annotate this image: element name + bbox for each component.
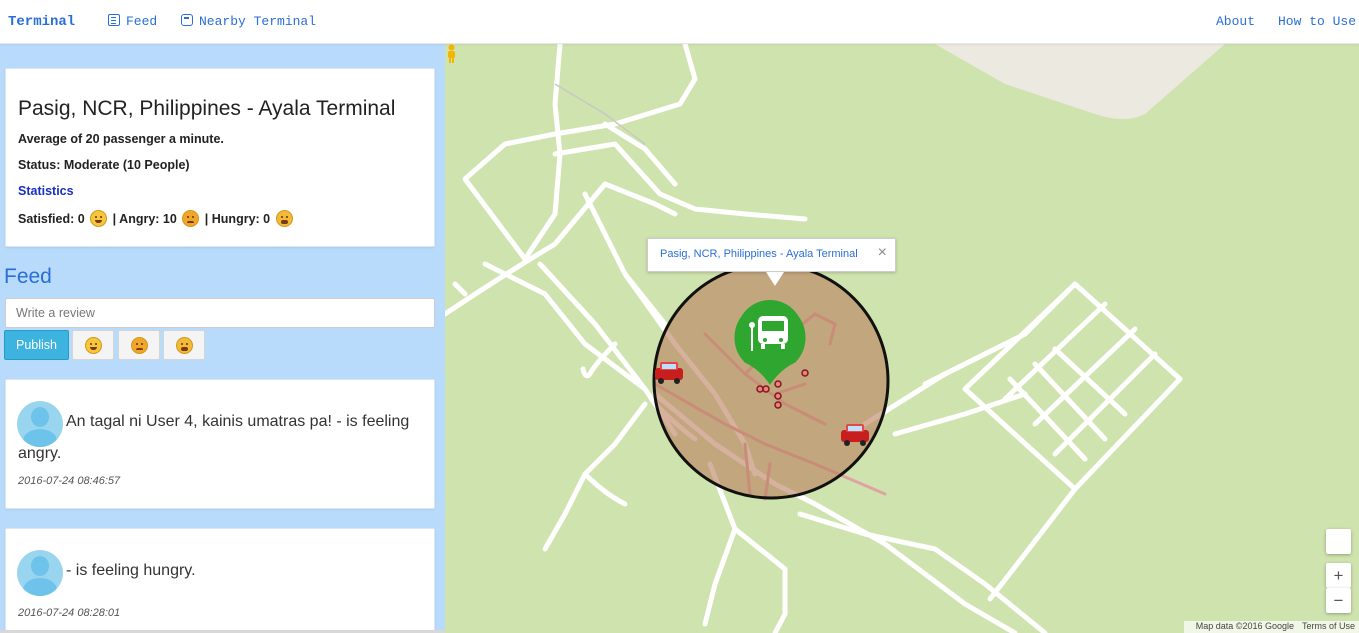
info-window-tail — [766, 272, 784, 286]
satisfied-emoji-icon — [90, 210, 108, 227]
satisfied-mood-button[interactable] — [72, 330, 114, 360]
feed-post: - is feeling hungry. 2016-07-24 08:28:01 — [5, 528, 435, 633]
terminal-icon — [181, 14, 193, 26]
post-timestamp: 2016-07-24 08:46:57 — [18, 475, 121, 487]
nav-about-link[interactable]: About — [1216, 14, 1255, 29]
map-roads — [445, 44, 1225, 633]
info-window: Pasig, NCR, Philippines - Ayala Terminal… — [647, 238, 896, 286]
nav-nearby-label: Nearby Terminal — [199, 14, 317, 29]
zoom-in-button[interactable]: + — [1326, 563, 1351, 588]
feed-post: An tagal ni User 4, kainis umatras pa! -… — [5, 379, 435, 509]
terminal-info-panel: Pasig, NCR, Philippines - Ayala Terminal… — [5, 68, 435, 247]
hungry-emoji-icon — [275, 210, 293, 227]
post-text: An tagal ni User 4, kainis umatras pa! -… — [18, 413, 410, 462]
feed-heading: Feed — [4, 265, 52, 288]
user-avatar — [17, 550, 63, 596]
info-window-title: Pasig, NCR, Philippines - Ayala Terminal — [660, 248, 858, 260]
nav-feed-link[interactable]: Feed — [108, 14, 157, 29]
angry-emoji-icon — [130, 336, 148, 354]
publish-button[interactable]: Publish — [4, 330, 69, 360]
nav-nearby-terminal-link[interactable]: Nearby Terminal — [181, 14, 316, 29]
map-view[interactable]: Pasig, NCR, Philippines - Ayala Terminal… — [445, 44, 1359, 633]
post-text: - is feeling hungry. — [66, 562, 196, 579]
map-data-text: Map data ©2016 Google — [1195, 621, 1294, 631]
terms-of-use-link[interactable]: Terms of Use — [1302, 621, 1355, 631]
hungry-emoji-icon — [175, 336, 193, 354]
average-text: Average of 20 passenger a minute. — [18, 132, 224, 146]
nav-how-to-use-link[interactable]: How to Use — [1278, 14, 1356, 29]
street-view-button[interactable] — [1326, 529, 1351, 554]
hungry-count: | Hungry: 0 — [204, 212, 271, 226]
nav-feed-label: Feed — [126, 14, 158, 29]
status-text: Status: Moderate (10 People) — [18, 158, 190, 172]
mood-summary: Satisfied: 0 | Angry: 10 | Hungry: 0 — [18, 210, 295, 227]
angry-emoji-icon — [182, 210, 200, 227]
zoom-out-button[interactable]: − — [1326, 588, 1351, 613]
angry-count: | Angry: 10 — [112, 212, 177, 226]
satisfied-count: Satisfied: 0 — [18, 212, 85, 226]
sidebar: Pasig, NCR, Philippines - Ayala Terminal… — [0, 44, 445, 633]
feed-icon — [108, 14, 120, 26]
top-navbar: Terminal Feed Nearby Terminal About How … — [0, 0, 1359, 44]
terminal-title: Pasig, NCR, Philippines - Ayala Terminal — [18, 97, 396, 120]
pegman-icon — [448, 44, 455, 63]
satisfied-emoji-icon — [84, 336, 102, 354]
close-icon[interactable]: × — [878, 244, 887, 262]
post-timestamp: 2016-07-24 08:28:01 — [18, 607, 121, 619]
map-attribution: Map data ©2016 Google Terms of Use — [1183, 621, 1359, 633]
angry-mood-button[interactable] — [118, 330, 160, 360]
review-input[interactable] — [5, 298, 435, 328]
hungry-mood-button[interactable] — [163, 330, 205, 360]
brand-logo[interactable]: Terminal — [8, 14, 75, 30]
statistics-link[interactable]: Statistics — [18, 184, 74, 198]
